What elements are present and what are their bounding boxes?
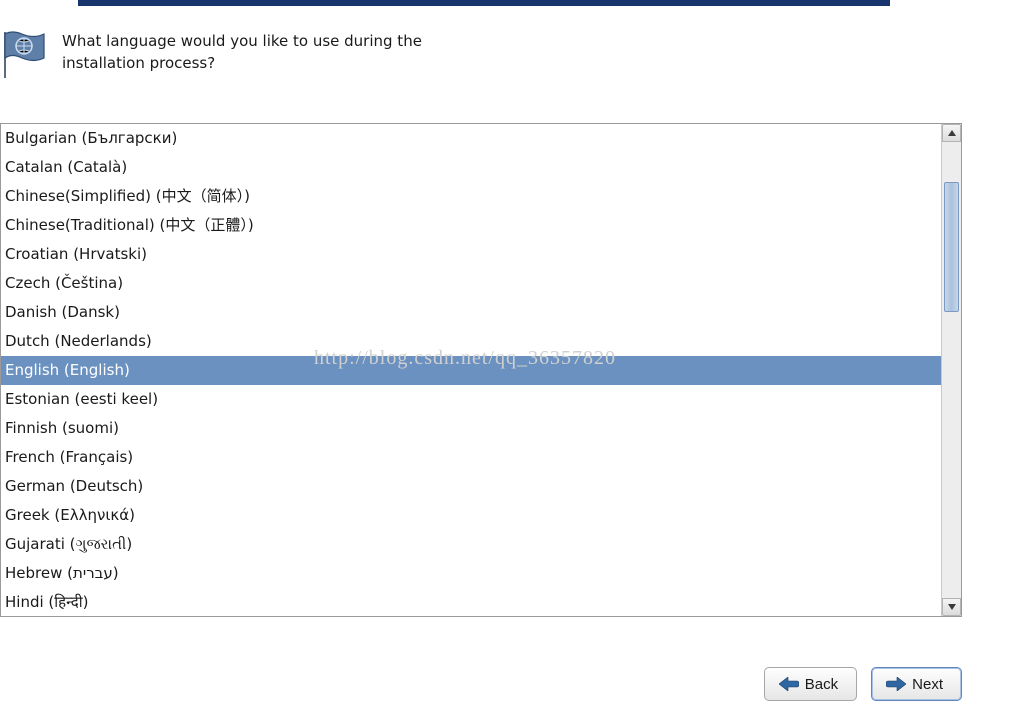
list-viewport: Bulgarian (Български)Catalan (Català)Chi… [1,124,941,616]
globe-flag-icon [0,30,48,80]
scroll-thumb[interactable] [944,182,959,312]
button-row: Back Next [764,667,962,701]
language-option[interactable]: Dutch (Nederlands) [1,327,941,356]
language-option[interactable]: Chinese(Traditional) (中文（正體）) [1,211,941,240]
top-banner [78,0,890,6]
next-button[interactable]: Next [871,667,962,701]
scroll-up-button[interactable] [942,124,961,142]
next-button-label: Next [912,676,943,693]
arrow-left-icon [779,677,799,691]
language-option[interactable]: Gujarati (ગુજરાતી) [1,530,941,559]
language-option[interactable]: Bulgarian (Български) [1,124,941,153]
language-option[interactable]: French (Français) [1,443,941,472]
scrollbar[interactable] [941,124,961,616]
language-option[interactable]: German (Deutsch) [1,472,941,501]
language-option[interactable]: Greek (Ελληνικά) [1,501,941,530]
back-button-label: Back [805,676,838,693]
arrow-right-icon [886,677,906,691]
prompt-text: What language would you like to use duri… [62,30,472,74]
language-option[interactable]: Catalan (Català) [1,153,941,182]
language-option[interactable]: Estonian (eesti keel) [1,385,941,414]
language-option[interactable]: Danish (Dansk) [1,298,941,327]
language-option[interactable]: English (English) [1,356,941,385]
language-option[interactable]: Hebrew (עברית) [1,559,941,588]
language-list: Bulgarian (Български)Catalan (Català)Chi… [0,123,962,617]
language-option[interactable]: Finnish (suomi) [1,414,941,443]
header: What language would you like to use duri… [0,30,472,80]
scroll-down-button[interactable] [942,598,961,616]
back-button[interactable]: Back [764,667,857,701]
language-option[interactable]: Czech (Čeština) [1,269,941,298]
language-option[interactable]: Croatian (Hrvatski) [1,240,941,269]
language-option[interactable]: Hindi (हिन्दी) [1,588,941,616]
language-option[interactable]: Chinese(Simplified) (中文（简体）) [1,182,941,211]
